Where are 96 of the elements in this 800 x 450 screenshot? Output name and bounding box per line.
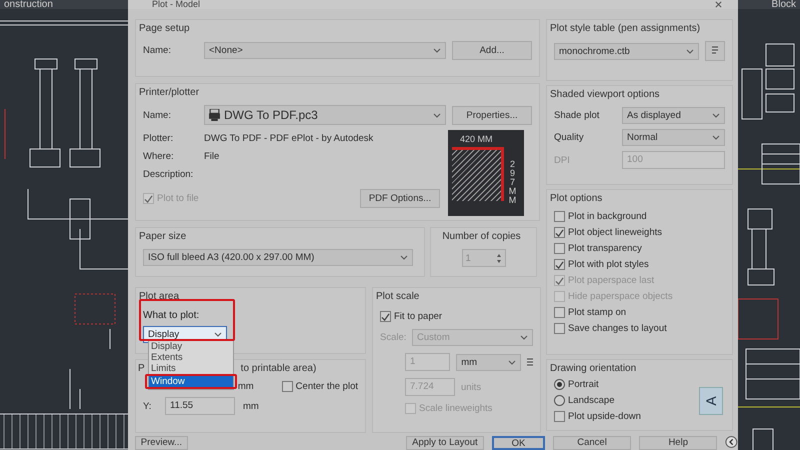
group-title: Drawing orientation bbox=[550, 363, 638, 374]
collapse-icon[interactable] bbox=[725, 435, 738, 449]
group-title: Plot style table (pen assignments) bbox=[550, 23, 702, 34]
radio-label: Portrait bbox=[568, 379, 599, 390]
y-offset-field[interactable]: 11.55 bbox=[165, 397, 235, 415]
radio-button[interactable] bbox=[554, 379, 565, 390]
checkbox-label: Plot upside-down bbox=[568, 411, 641, 422]
checkbox[interactable] bbox=[282, 381, 293, 392]
unit-label: mm bbox=[238, 381, 254, 392]
checkbox-label: Plot stamp on bbox=[568, 307, 626, 318]
dialog-button[interactable]: Preview... bbox=[135, 436, 188, 450]
dialog-button[interactable]: Cancel bbox=[552, 436, 632, 450]
window-title: Plot - Model bbox=[152, 0, 200, 9]
group-title: to printable area) bbox=[240, 363, 316, 374]
dropdown-option[interactable]: Extents bbox=[149, 352, 233, 363]
checkbox[interactable] bbox=[380, 311, 391, 322]
group-title: Number of copies bbox=[442, 231, 521, 242]
checkbox-label: Save changes to layout bbox=[568, 323, 667, 334]
caret-icon bbox=[712, 135, 720, 140]
dialog-button[interactable]: Help bbox=[639, 436, 718, 450]
dropdown-option[interactable]: Display bbox=[149, 341, 233, 352]
group-title: Plot area bbox=[139, 291, 180, 302]
caret-icon bbox=[686, 48, 694, 54]
caret-icon bbox=[433, 48, 441, 53]
check-icon bbox=[555, 228, 564, 236]
checkbox[interactable] bbox=[554, 259, 565, 270]
caret-icon bbox=[520, 335, 528, 340]
checkbox-label: Hide paperspace objects bbox=[568, 291, 673, 302]
unit-label: units bbox=[461, 382, 482, 392]
group-title: Paper size bbox=[139, 231, 188, 242]
dialog-button[interactable]: OK bbox=[492, 436, 545, 450]
checkbox-label: Scale lineweights bbox=[419, 403, 492, 414]
checkbox[interactable] bbox=[554, 411, 565, 422]
field-label: What to plot: bbox=[143, 310, 200, 321]
checkbox[interactable] bbox=[554, 323, 565, 334]
page-setup-dropdown[interactable]: <None> bbox=[204, 42, 446, 59]
caret-icon bbox=[712, 113, 720, 118]
option-dropdown[interactable]: As displayed bbox=[622, 107, 725, 124]
dimension-label: 420 MM bbox=[460, 134, 493, 144]
edit-button[interactable] bbox=[705, 41, 725, 61]
checkbox-label: Plot paperspace last bbox=[568, 275, 654, 286]
group-title: Printer/plotter bbox=[139, 87, 200, 98]
checkbox-label: Plot object lineweights bbox=[568, 227, 662, 238]
dimension-label: 297 MM bbox=[508, 160, 517, 205]
spin-arrows-icon bbox=[496, 252, 502, 264]
dialog-button[interactable]: Apply to Layout bbox=[406, 436, 484, 450]
plot-style-dropdown[interactable]: monochrome.ctb bbox=[554, 42, 699, 60]
checkbox-label: Center the plot bbox=[296, 381, 358, 392]
equals-icon bbox=[526, 358, 534, 366]
field-label: DPI bbox=[554, 154, 571, 166]
checkbox[interactable] bbox=[554, 307, 565, 318]
field-label: Quality bbox=[554, 132, 585, 143]
unit-label: mm bbox=[243, 400, 259, 412]
caret-icon bbox=[433, 112, 441, 118]
info-label: Description: bbox=[143, 169, 194, 180]
unit-dropdown[interactable]: mm bbox=[456, 354, 521, 370]
checkbox[interactable] bbox=[554, 211, 565, 222]
add-button[interactable]: Add... bbox=[452, 41, 532, 60]
page-orientation-icon: A bbox=[699, 386, 723, 414]
close-icon[interactable] bbox=[715, 1, 722, 8]
checkbox-label: Plot to file bbox=[157, 193, 199, 204]
field-label: Y: bbox=[143, 400, 152, 412]
pdf-options-button[interactable]: PDF Options... bbox=[360, 189, 440, 208]
dropdown-option[interactable]: Limits bbox=[149, 363, 233, 374]
caret-icon bbox=[508, 360, 516, 364]
info-label: Where: bbox=[143, 151, 175, 162]
radio-label: Landscape bbox=[568, 395, 614, 406]
radio-button[interactable] bbox=[554, 395, 565, 406]
checkbox-label: Plot in background bbox=[568, 211, 647, 222]
properties-button[interactable]: Properties... bbox=[452, 106, 532, 124]
checkbox[interactable] bbox=[554, 243, 565, 254]
group-title: Page setup bbox=[139, 23, 191, 34]
checkbox-label: Plot transparency bbox=[568, 243, 642, 254]
caret-icon bbox=[214, 332, 222, 337]
group-title: P bbox=[138, 363, 145, 374]
caret-icon bbox=[400, 255, 408, 260]
field-label: Name: bbox=[143, 110, 172, 120]
list-icon bbox=[711, 45, 719, 54]
field-label: Shade plot bbox=[554, 110, 600, 121]
option-dropdown[interactable]: Normal bbox=[622, 129, 725, 146]
paper-size-dropdown[interactable]: ISO full bleed A3 (420.00 x 297.00 MM) bbox=[143, 249, 413, 266]
checkbox-label: Plot with plot styles bbox=[568, 259, 649, 270]
info-label: Plotter: bbox=[143, 133, 174, 144]
field-label: Scale: bbox=[380, 332, 406, 343]
group-title: Plot scale bbox=[376, 291, 420, 302]
group-title: Shaded viewport options bbox=[550, 89, 661, 100]
check-icon bbox=[381, 312, 390, 320]
checkbox[interactable] bbox=[554, 227, 565, 238]
checkbox-label: Fit to paper bbox=[394, 311, 442, 322]
group-title: Plot options bbox=[550, 193, 604, 204]
printer-icon bbox=[209, 109, 220, 121]
info-value: DWG To PDF - PDF ePlot - by Autodesk bbox=[204, 133, 374, 144]
info-value: File bbox=[204, 151, 220, 162]
field-label: Name: bbox=[143, 45, 172, 56]
printer-dropdown[interactable]: DWG To PDF.pc3 bbox=[204, 105, 446, 125]
check-icon bbox=[144, 194, 153, 202]
